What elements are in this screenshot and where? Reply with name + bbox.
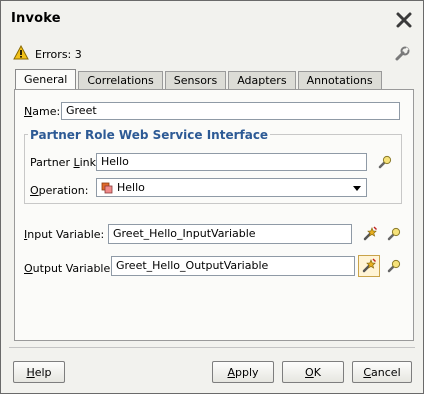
operation-select[interactable]: Hello <box>96 178 367 197</box>
wrench-icon[interactable] <box>393 45 411 63</box>
tab-adapters[interactable]: Adapters <box>228 71 296 89</box>
invoke-dialog: Invoke Errors: 3 General Correlations Se… <box>0 0 424 394</box>
cancel-button[interactable]: Cancel <box>352 361 412 383</box>
tab-correlations[interactable]: Correlations <box>78 71 163 89</box>
tab-strip: General Correlations Sensors Adapters An… <box>15 69 384 89</box>
output-variable-label: Output Variable: <box>24 262 114 275</box>
flashlight-icon[interactable] <box>375 152 395 172</box>
name-field[interactable]: Greet <box>61 102 400 120</box>
operation-value: Hello <box>117 181 145 194</box>
footer-divider <box>9 347 415 348</box>
dialog-title: Invoke <box>11 11 61 26</box>
tab-sensors[interactable]: Sensors <box>164 71 227 89</box>
close-icon[interactable] <box>395 11 413 29</box>
partner-link-field[interactable]: Hello <box>96 153 367 171</box>
group-title: Partner Role Web Service Interface <box>28 128 271 142</box>
partner-link-label: Partner Link: <box>30 156 100 169</box>
chevron-down-icon <box>353 186 361 191</box>
tab-annotations[interactable]: Annotations <box>297 71 382 89</box>
flashlight-icon[interactable] <box>384 224 404 244</box>
general-panel: Name: Greet Partner Role Web Service Int… <box>14 89 414 341</box>
operation-label: Operation: <box>30 184 89 197</box>
apply-button[interactable]: Apply <box>212 361 274 383</box>
tab-general[interactable]: General <box>15 69 77 89</box>
input-variable-field[interactable]: Greet_Hello_InputVariable <box>108 224 352 244</box>
output-variable-field[interactable]: Greet_Hello_OutputVariable <box>111 256 355 276</box>
create-variable-icon[interactable] <box>360 224 380 244</box>
operation-icon <box>101 182 113 194</box>
name-label: Name: <box>24 105 61 118</box>
input-variable-label: Input Variable: <box>24 228 105 241</box>
errors-count: Errors: 3 <box>35 47 82 61</box>
title-bar: Invoke <box>1 1 423 37</box>
ok-button[interactable]: OK <box>282 361 344 383</box>
warning-icon <box>13 44 29 63</box>
create-variable-icon[interactable] <box>358 255 380 277</box>
errors-indicator[interactable]: Errors: 3 <box>13 44 82 63</box>
flashlight-icon[interactable] <box>384 256 404 276</box>
help-button[interactable]: Help <box>13 361 65 383</box>
